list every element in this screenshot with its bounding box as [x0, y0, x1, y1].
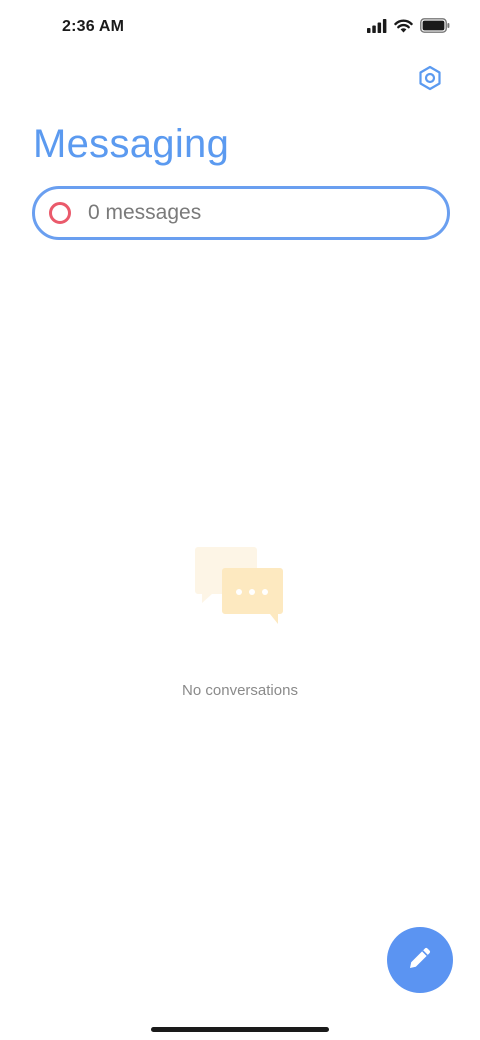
cellular-signal-icon	[367, 18, 387, 33]
message-count-label: 0 messages	[88, 201, 202, 224]
status-icons	[367, 18, 450, 33]
settings-button[interactable]	[416, 65, 444, 96]
status-bar: 2:36 AM	[0, 0, 480, 56]
chat-bubbles-icon	[194, 545, 286, 627]
messaging-screen: 2:36 AM Messaging 0 messages No conversa…	[0, 0, 480, 1040]
page-title: Messaging	[33, 122, 230, 166]
message-filter-pill[interactable]: 0 messages	[32, 186, 450, 240]
hexagon-settings-icon	[417, 65, 443, 96]
status-time: 2:36 AM	[62, 18, 125, 35]
wifi-icon	[394, 19, 413, 33]
home-indicator[interactable]	[151, 1027, 329, 1032]
compose-button[interactable]	[387, 927, 453, 993]
pencil-icon	[406, 944, 434, 977]
status-ring-icon	[49, 202, 71, 224]
empty-state-text: No conversations	[182, 682, 298, 699]
battery-icon	[420, 18, 450, 33]
